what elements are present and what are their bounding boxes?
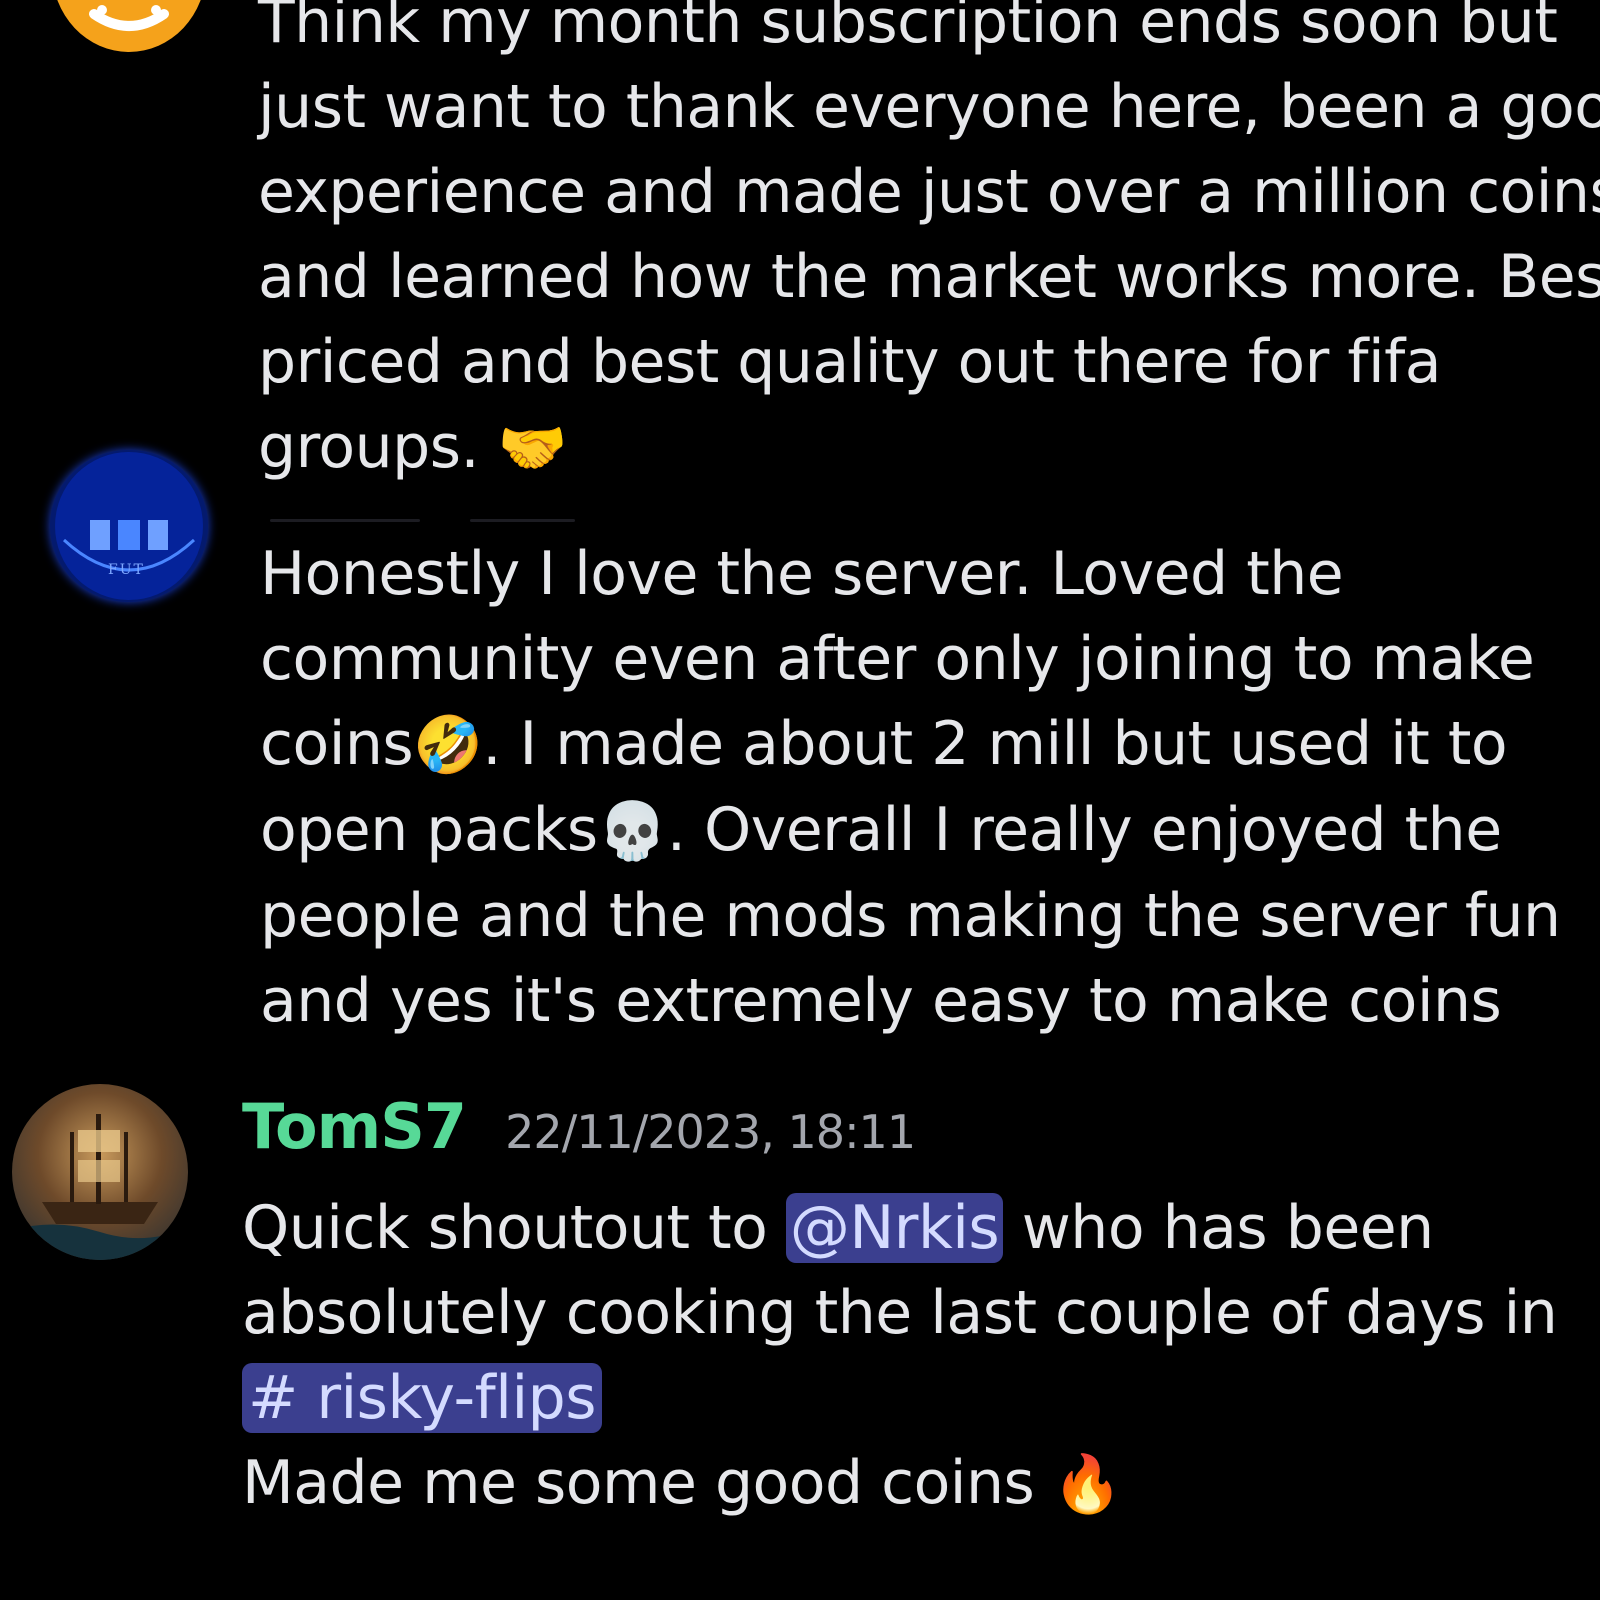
message-line: Think my month subscription ends soon bu… xyxy=(258,0,1558,57)
avatar-face-icon xyxy=(89,5,169,31)
pirate-ship-avatar[interactable] xyxy=(12,1084,188,1260)
message-text: Made me some good coins xyxy=(242,1448,1053,1518)
message-line: absolutely cooking the last couple of da… xyxy=(242,1278,1558,1348)
message-text: coins xyxy=(260,709,414,779)
message-line: coins🤣. I made about 2 mill but used it … xyxy=(260,702,1561,788)
rofl-icon: 🤣 xyxy=(413,713,483,778)
message-line: priced and best quality out there for fi… xyxy=(258,327,1442,397)
message-text: who has been xyxy=(1003,1193,1434,1263)
ship-icon xyxy=(12,1114,188,1260)
message-text: Quick shoutout to xyxy=(242,1193,786,1263)
message-text: open packs xyxy=(260,795,598,865)
message-line: just want to thank everyone here, been a… xyxy=(258,72,1600,142)
message-line: # risky-flips xyxy=(242,1356,1557,1441)
message-text: groups. xyxy=(258,412,480,482)
message-2-text: Honestly I love the server. Loved the co… xyxy=(260,532,1561,1044)
handshake-icon: 🤝 xyxy=(497,416,568,481)
message-line: people and the mods making the server fu… xyxy=(260,881,1561,951)
skull-icon: 💀 xyxy=(597,799,668,864)
message-line: open packs💀. Overall I really enjoyed th… xyxy=(260,788,1561,874)
message-header: TomS7 22/11/2023, 18:11 xyxy=(242,1090,916,1163)
message-line: and learned how the market works more. B… xyxy=(258,242,1600,312)
divider xyxy=(470,519,575,522)
message-text: . Overall I really enjoyed the xyxy=(666,795,1502,865)
message-text: . I made about 2 mill but used it to xyxy=(482,709,1508,779)
message-line: Made me some good coins 🔥 xyxy=(242,1441,1557,1527)
fut-logo-icon xyxy=(55,452,203,600)
message-line: community even after only joining to mak… xyxy=(260,624,1535,694)
user-mention[interactable]: @Nrkis xyxy=(785,1193,1004,1263)
fut-badge-avatar[interactable]: FUT xyxy=(50,450,208,602)
username[interactable]: TomS7 xyxy=(242,1090,467,1163)
avatar-label: FUT xyxy=(108,562,145,578)
orange-avatar[interactable] xyxy=(52,0,206,52)
message-line: Quick shoutout to @Nrkis who has been xyxy=(242,1186,1557,1271)
message-line: experience and made just over a million … xyxy=(258,157,1600,227)
message-line: and yes it's extremely easy to make coin… xyxy=(260,966,1502,1036)
timestamp: 22/11/2023, 18:11 xyxy=(505,1105,916,1159)
message-line: Honestly I love the server. Loved the xyxy=(260,539,1344,609)
fire-icon: 🔥 xyxy=(1052,1452,1123,1517)
message-1-text: Think my month subscription ends soon bu… xyxy=(258,0,1600,491)
divider xyxy=(270,519,420,522)
message-3-text: Quick shoutout to @Nrkis who has been ab… xyxy=(242,1186,1558,1527)
message-line: groups. 🤝 xyxy=(258,405,1600,491)
channel-mention[interactable]: # risky-flips xyxy=(242,1363,602,1433)
